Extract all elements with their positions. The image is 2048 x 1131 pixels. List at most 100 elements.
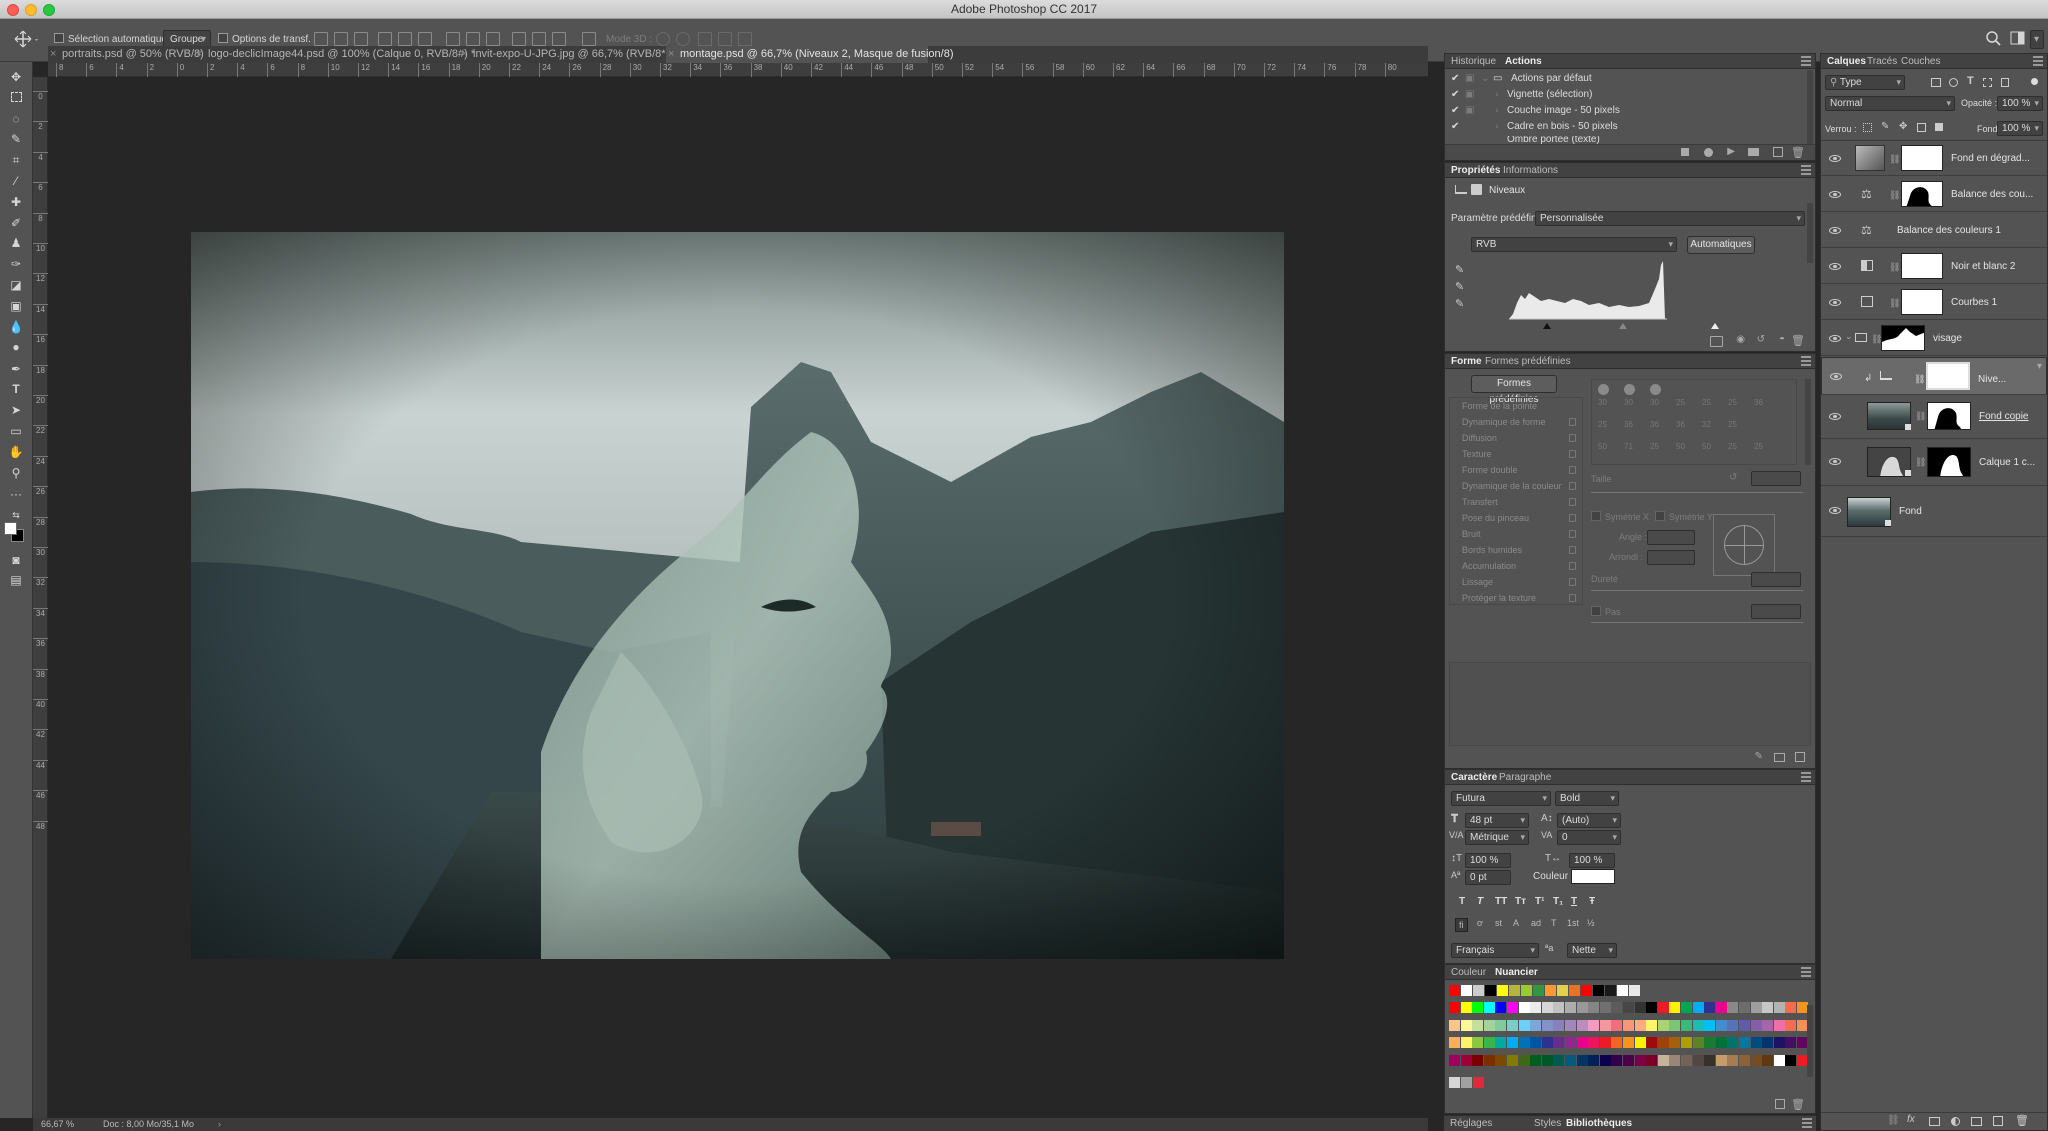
align-vcenter-icon[interactable]	[334, 32, 348, 46]
stop-recording-icon[interactable]	[1681, 148, 1689, 156]
color-swatch[interactable]	[1545, 985, 1556, 996]
filter-smart-object-icon[interactable]	[2001, 78, 2009, 87]
layer-row[interactable]: ⛓ Courbes 1	[1821, 285, 2047, 320]
brush-option[interactable]: Forme de la pointe	[1462, 401, 1537, 411]
color-swatch[interactable]	[1553, 1002, 1565, 1013]
swatches-panel-menu-icon[interactable]	[1801, 967, 1811, 977]
color-swatch[interactable]	[1704, 1037, 1716, 1048]
color-swatch[interactable]	[1449, 1002, 1460, 1013]
color-swatch[interactable]	[1727, 1037, 1739, 1048]
new-group-icon[interactable]	[1971, 1117, 1982, 1126]
color-swatch[interactable]	[1692, 1019, 1704, 1031]
color-swatch[interactable]	[1530, 1037, 1542, 1048]
pan-3d-icon[interactable]	[698, 32, 712, 46]
color-swatch[interactable]	[1750, 1037, 1762, 1048]
size-field[interactable]	[1751, 471, 1801, 486]
new-brush-icon[interactable]	[1795, 752, 1805, 762]
lock-all-icon[interactable]	[1935, 123, 1943, 131]
color-swatch[interactable]	[1483, 1054, 1495, 1066]
color-swatch[interactable]	[1581, 985, 1592, 996]
delete-adjustment-icon[interactable]: 🗑	[1791, 334, 1805, 347]
all-caps-button[interactable]: TT	[1495, 896, 1507, 907]
layer-mask-thumbnail[interactable]	[1927, 402, 1971, 430]
color-swatch[interactable]	[1750, 1054, 1762, 1066]
auto-align-icon[interactable]	[582, 32, 596, 46]
color-swatch[interactable]	[1565, 1054, 1576, 1066]
link-layers-icon[interactable]: ⛓	[1887, 1115, 1900, 1126]
color-swatch[interactable]	[1507, 1002, 1518, 1013]
color-swatch[interactable]	[1727, 1002, 1739, 1013]
auto-button[interactable]: Automatiques	[1687, 236, 1755, 254]
color-swatch[interactable]	[1485, 985, 1496, 996]
tab-color[interactable]: Couleur	[1451, 965, 1486, 980]
brush-option[interactable]: Bruit	[1462, 529, 1481, 539]
color-swatch[interactable]	[1576, 1019, 1588, 1031]
levels-histogram[interactable]	[1509, 259, 1669, 321]
action-row[interactable]: Ombre portée (texte)	[1445, 136, 1815, 144]
horizontal-ruler[interactable]: 8 6 4 2 0 2 4 6 8 10 12 14 16 18 20 22 24 26 28 30 32 34 36 38 4…	[48, 63, 1428, 77]
color-swatch[interactable]	[1634, 1002, 1646, 1013]
channel-dropdown[interactable]: RVB	[1471, 237, 1677, 252]
lock-transparent-icon[interactable]	[1863, 123, 1872, 132]
color-swatch[interactable]	[1762, 1002, 1774, 1013]
chain-link-icon[interactable]: ⛓	[1889, 190, 1900, 201]
type-tool-icon[interactable]: T	[8, 382, 24, 397]
color-swatch[interactable]	[1623, 1019, 1634, 1031]
actions-panel-menu-icon[interactable]	[1801, 56, 1811, 66]
filter-pixel-icon[interactable]	[1931, 78, 1941, 87]
filter-type-icon[interactable]: T	[1967, 75, 1974, 87]
color-swatch[interactable]	[1704, 1019, 1716, 1031]
search-icon[interactable]	[1985, 30, 2001, 48]
lock-icon[interactable]	[1569, 418, 1576, 426]
small-caps-button[interactable]: Tт	[1515, 896, 1526, 907]
color-swatch[interactable]	[1634, 1019, 1646, 1031]
tab-adjustments[interactable]: Réglages	[1450, 1116, 1492, 1131]
move-tool-icon[interactable]: ✥	[8, 70, 24, 85]
action-row[interactable]: ✔ ▣ › Vignette (sélection)	[1445, 89, 1815, 103]
layer-row[interactable]: ⚖ Balance des couleurs 1	[1821, 213, 2047, 248]
visibility-eye-icon[interactable]	[1829, 299, 1841, 306]
lock-image-icon[interactable]: ✎	[1881, 121, 1889, 132]
color-swatch[interactable]	[1541, 1054, 1553, 1066]
brush-option[interactable]: Lissage	[1462, 577, 1493, 587]
color-swatch[interactable]	[1483, 1037, 1495, 1048]
align-right-icon[interactable]	[418, 32, 432, 46]
distribute-top-icon[interactable]	[446, 32, 460, 46]
group-expand-arrow-icon[interactable]: ⌄	[1845, 331, 1853, 342]
color-swatch[interactable]	[1681, 1002, 1692, 1013]
layer-row[interactable]: ⛓ Fond en dégrad...	[1821, 141, 2047, 176]
healing-brush-tool-icon[interactable]: ✚	[8, 195, 24, 210]
color-swatch[interactable]	[1553, 1019, 1565, 1031]
visibility-eye-icon[interactable]	[1830, 373, 1842, 380]
text-color-swatch[interactable]	[1571, 869, 1615, 884]
layer-row[interactable]: ⚖ ⛓ Balance des cou...	[1821, 177, 2047, 212]
faux-bold-button[interactable]: T	[1459, 896, 1465, 907]
lasso-tool-icon[interactable]: ◌	[8, 112, 24, 127]
minimize-window-button[interactable]	[25, 4, 37, 16]
swash-button[interactable]: A	[1513, 918, 1519, 928]
visibility-eye-icon[interactable]	[1829, 227, 1841, 234]
color-swatch[interactable]	[1669, 1037, 1681, 1048]
color-swatch[interactable]	[1773, 1019, 1785, 1031]
align-top-icon[interactable]	[314, 32, 328, 46]
close-window-button[interactable]	[7, 4, 19, 16]
color-swatch[interactable]	[1762, 1037, 1774, 1048]
eraser-tool-icon[interactable]: ◪	[8, 278, 24, 293]
distribute-right-icon[interactable]	[552, 32, 566, 46]
tracking-dropdown[interactable]: 0	[1557, 830, 1621, 845]
standard-ligatures-button[interactable]: fi	[1455, 918, 1468, 932]
color-swatch[interactable]	[1611, 1002, 1623, 1013]
workspace-icon[interactable]	[2010, 30, 2026, 46]
layer-row[interactable]: ⛓ Calque 1 c...	[1821, 440, 2047, 486]
layers-panel-menu-icon[interactable]	[2033, 56, 2043, 66]
hardness-slider[interactable]	[1591, 590, 1803, 591]
color-swatch[interactable]	[1530, 1054, 1542, 1066]
history-brush-tool-icon[interactable]: ✑	[8, 257, 24, 272]
dodge-tool-icon[interactable]: ●	[8, 340, 24, 355]
color-swatch[interactable]	[1669, 1019, 1681, 1031]
scale-3d-icon[interactable]	[738, 32, 752, 46]
visibility-eye-icon[interactable]	[1829, 191, 1841, 198]
color-swatch[interactable]	[1657, 1037, 1669, 1048]
layer-mask-thumbnail[interactable]	[1927, 447, 1971, 477]
visibility-eye-icon[interactable]	[1829, 155, 1841, 162]
